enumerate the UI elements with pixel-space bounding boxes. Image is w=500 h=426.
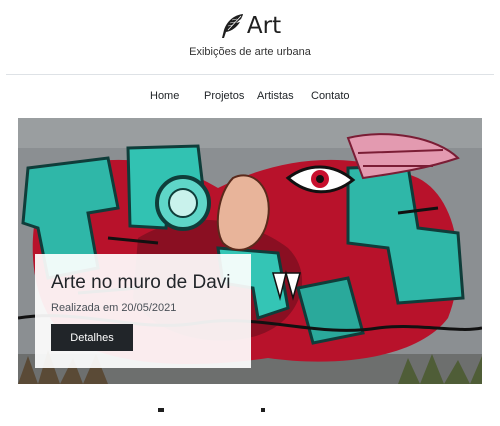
- site-brand[interactable]: Art: [0, 12, 500, 45]
- brand-name: Art: [246, 13, 282, 39]
- carousel-caption-card: Arte no muro de Davi Realizada em 20/05/…: [35, 254, 251, 368]
- details-button[interactable]: Detalhes: [51, 324, 133, 351]
- partial-heading-fragment: [261, 408, 265, 412]
- main-nav: Home Projetos Artistas Contato: [0, 90, 500, 106]
- site-subtitle: Exibições de arte urbana: [189, 46, 311, 58]
- nav-link-contato[interactable]: Contato: [311, 90, 350, 102]
- header-divider: [6, 74, 494, 75]
- partial-heading-fragment: [158, 408, 164, 412]
- caption-title: Arte no muro de Davi: [51, 272, 231, 293]
- nav-link-projetos[interactable]: Projetos: [204, 90, 244, 102]
- caption-date: Realizada em 20/05/2021: [51, 302, 177, 314]
- feather-icon: [219, 12, 245, 40]
- nav-link-artistas[interactable]: Artistas: [257, 90, 294, 102]
- nav-link-home[interactable]: Home: [150, 90, 179, 102]
- hero-carousel[interactable]: Arte no muro de Davi Realizada em 20/05/…: [18, 118, 482, 384]
